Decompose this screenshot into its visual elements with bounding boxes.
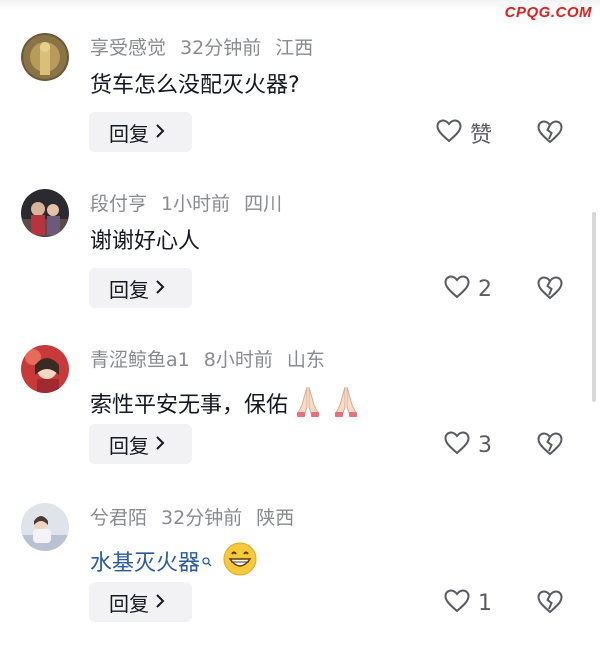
comment-item: 段付亨 1小时前 四川 谢谢好心人 回复 2 [0,189,600,339]
like-button[interactable]: 2 [444,275,492,303]
like-button[interactable]: 赞 [436,119,493,148]
timestamp: 1小时前 [161,193,231,215]
broken-heart-icon [537,590,563,618]
location: 山东 [286,349,325,371]
avatar[interactable] [21,503,69,551]
search-link[interactable]: 水基灭火器 [90,549,200,579]
heart-icon [444,275,470,303]
avatar[interactable] [21,33,69,81]
dislike-button[interactable] [537,276,563,304]
heart-icon [436,119,462,147]
reply-button[interactable]: 回复 [89,424,192,464]
location: 四川 [244,193,283,215]
reply-label: 回复 [109,433,149,458]
username[interactable]: 兮君陌 [90,507,147,529]
chevron-right-icon [155,434,165,455]
broken-heart-icon [537,120,563,148]
comment-item: 青涩鲸鱼a1 8小时前 山东 索性平安无事，保佑 回复 3 [0,345,600,495]
dislike-button[interactable] [537,120,563,148]
praying-hands-icon [290,383,326,428]
comment-meta: 兮君陌 32分钟前 陕西 [90,507,308,529]
chevron-right-icon [155,122,165,143]
reply-label: 回复 [109,121,149,146]
comment-text: 谢谢好心人 [90,227,200,257]
reply-button[interactable]: 回复 [89,582,192,622]
timestamp: 8小时前 [203,349,273,371]
broken-heart-icon [537,432,563,460]
location: 陕西 [256,507,295,529]
comment-text-body: 索性平安无事，保佑 [90,392,289,418]
watermark: CPQG.COM [504,4,592,21]
reply-button[interactable]: 回复 [89,268,192,308]
location: 江西 [275,37,314,59]
like-count: 赞 [470,123,493,148]
reply-label: 回复 [109,591,149,616]
like-button[interactable]: 1 [444,589,492,617]
like-count: 3 [478,432,492,458]
timestamp: 32分钟前 [180,37,262,59]
comment-text-body: 谢谢好心人 [90,229,201,254]
dislike-button[interactable] [537,590,563,618]
like-count: 2 [478,276,492,302]
comment-item: 兮君陌 32分钟前 陕西 水基灭火器 回复 1 [0,503,600,653]
broken-heart-icon [537,276,563,304]
avatar[interactable] [21,345,69,393]
comment-item: 享受感觉 32分钟前 江西 货车怎么没配灭火器? 回复 赞 [0,33,600,183]
search-icon[interactable] [202,549,212,579]
comment-text: 货车怎么没配灭火器? [90,71,300,101]
heart-icon [444,589,470,617]
username[interactable]: 享受感觉 [90,37,166,59]
username[interactable]: 青涩鲸鱼a1 [90,349,190,371]
avatar[interactable] [21,189,69,237]
chevron-right-icon [155,278,165,299]
like-button[interactable]: 3 [444,431,492,459]
comment-text-body: 货车怎么没配灭火器? [90,73,300,98]
comment-meta: 青涩鲸鱼a1 8小时前 山东 [90,349,339,371]
username[interactable]: 段付亨 [90,193,147,215]
dislike-button[interactable] [537,432,563,460]
chevron-right-icon [155,592,165,613]
reply-button[interactable]: 回复 [89,112,192,152]
comment-meta: 享受感觉 32分钟前 江西 [90,37,327,59]
timestamp: 32分钟前 [161,507,243,529]
like-count: 1 [478,590,492,616]
grinning-face-icon [222,541,258,586]
comment-text: 索性平安无事，保佑 [90,383,364,428]
reply-label: 回复 [109,277,149,302]
heart-icon [444,431,470,459]
praying-hands-icon [328,383,364,428]
comment-text: 水基灭火器 [90,541,258,586]
comment-meta: 段付亨 1小时前 四川 [90,193,296,215]
